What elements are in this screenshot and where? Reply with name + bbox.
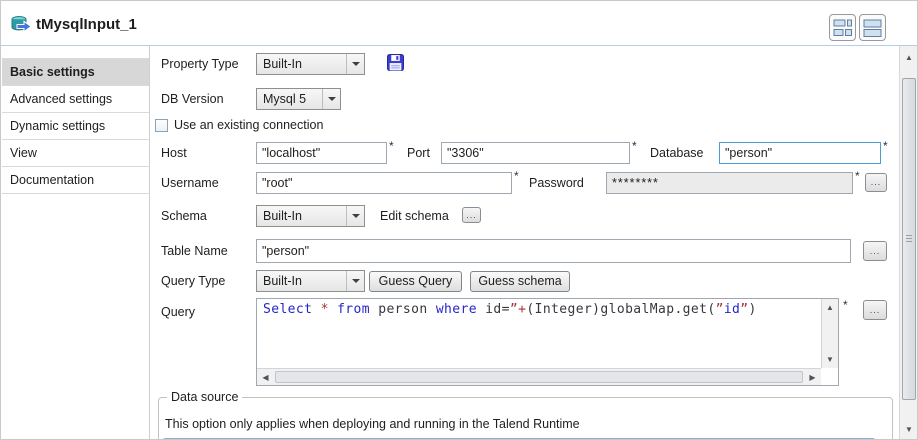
password-ellipsis-button[interactable]: ... [865, 173, 887, 192]
scroll-down-icon[interactable]: ▼ [823, 352, 837, 367]
scroll-down-icon[interactable]: ▼ [901, 419, 917, 439]
schema-label: Schema [161, 205, 207, 227]
host-required-marker: * [389, 139, 394, 153]
table-name-label: Table Name [161, 240, 228, 262]
query-vertical-scrollbar[interactable]: ▲ ▼ [821, 299, 838, 368]
sidebar-item-basic-settings[interactable]: Basic settings [2, 58, 149, 86]
data-source-note: This option only applies when deploying … [165, 414, 580, 434]
table-name-input[interactable]: "person" [256, 239, 851, 263]
username-required-marker: * [514, 169, 519, 183]
chevron-down-icon [346, 54, 364, 74]
table-name-ellipsis-button[interactable]: ... [863, 241, 887, 261]
header: tMysqlInput_1 [1, 1, 918, 45]
query-horizontal-scrollbar[interactable]: ◀ ▶ [257, 368, 821, 385]
username-input[interactable]: "root" [256, 172, 512, 194]
component-settings-panel: tMysqlInput_1 Basic settings Advanced se… [0, 0, 918, 440]
sidebar-item-view[interactable]: View [2, 140, 149, 167]
db-version-select[interactable]: Mysql 5 [256, 88, 341, 110]
data-source-legend: Data source [167, 390, 242, 405]
password-required-marker: * [855, 169, 860, 183]
query-type-value: Built-In [263, 274, 302, 288]
scroll-up-icon[interactable]: ▲ [901, 47, 917, 67]
property-type-value: Built-In [263, 57, 302, 71]
chevron-down-icon [322, 89, 340, 109]
main-vertical-scrollbar[interactable]: ▲ ▼ [899, 46, 918, 440]
sidebar-item-documentation[interactable]: Documentation [2, 167, 149, 194]
use-existing-connection-checkbox[interactable] [155, 119, 168, 132]
database-input[interactable]: "person" [719, 142, 881, 164]
host-input[interactable]: "localhost" [256, 142, 387, 164]
db-version-value: Mysql 5 [263, 92, 306, 106]
chevron-down-icon [346, 206, 364, 226]
guess-schema-button[interactable]: Guess schema [470, 271, 570, 292]
guess-query-button[interactable]: Guess Query [369, 271, 462, 292]
query-ellipsis-button[interactable]: ... [863, 300, 887, 320]
scroll-left-icon[interactable]: ◀ [258, 370, 273, 384]
query-code: Select * from person where id=”+(Integer… [263, 302, 814, 317]
property-type-select[interactable]: Built-In [256, 53, 365, 75]
schema-select[interactable]: Built-In [256, 205, 365, 227]
chevron-down-icon [346, 271, 364, 291]
db-version-label: DB Version [161, 88, 224, 110]
horizontal-scrollbar-thumb[interactable] [275, 371, 803, 383]
port-label: Port [407, 142, 430, 164]
row-layout-icon [860, 15, 885, 40]
data-source-group: Data source This option only applies whe… [158, 397, 893, 440]
sidebar-item-dynamic-settings[interactable]: Dynamic settings [2, 113, 149, 140]
save-icon[interactable] [387, 54, 404, 71]
edit-schema-ellipsis-button[interactable]: ... [462, 207, 481, 223]
grid-layout-view-button[interactable] [829, 14, 856, 41]
use-existing-connection-label: Use an existing connection [174, 114, 323, 136]
vertical-scrollbar-thumb[interactable] [902, 78, 916, 400]
host-label: Host [161, 142, 187, 164]
row-layout-view-button[interactable] [859, 14, 886, 41]
query-required-marker: * [843, 298, 848, 312]
sidebar-item-advanced-settings[interactable]: Advanced settings [2, 86, 149, 113]
username-label: Username [161, 172, 219, 194]
query-type-select[interactable]: Built-In [256, 270, 365, 292]
mysql-input-component-icon [11, 16, 32, 34]
port-required-marker: * [632, 139, 637, 153]
query-editor[interactable]: Select * from person where id=”+(Integer… [256, 298, 839, 386]
schema-value: Built-In [263, 209, 302, 223]
page-title: tMysqlInput_1 [36, 14, 137, 36]
database-required-marker: * [883, 139, 888, 153]
query-type-label: Query Type [161, 270, 225, 292]
property-type-label: Property Type [161, 53, 239, 75]
password-label: Password [529, 172, 584, 194]
port-input[interactable]: "3306" [441, 142, 630, 164]
database-label: Database [650, 142, 704, 164]
scroll-right-icon[interactable]: ▶ [805, 370, 820, 384]
sidebar: Basic settings Advanced settings Dynamic… [1, 46, 149, 440]
sidebar-divider [149, 46, 150, 440]
query-label: Query [161, 301, 195, 323]
grid-layout-icon [830, 15, 855, 40]
scroll-up-icon[interactable]: ▲ [823, 300, 837, 315]
password-input[interactable]: ******** [606, 172, 853, 194]
edit-schema-label: Edit schema [380, 205, 449, 227]
